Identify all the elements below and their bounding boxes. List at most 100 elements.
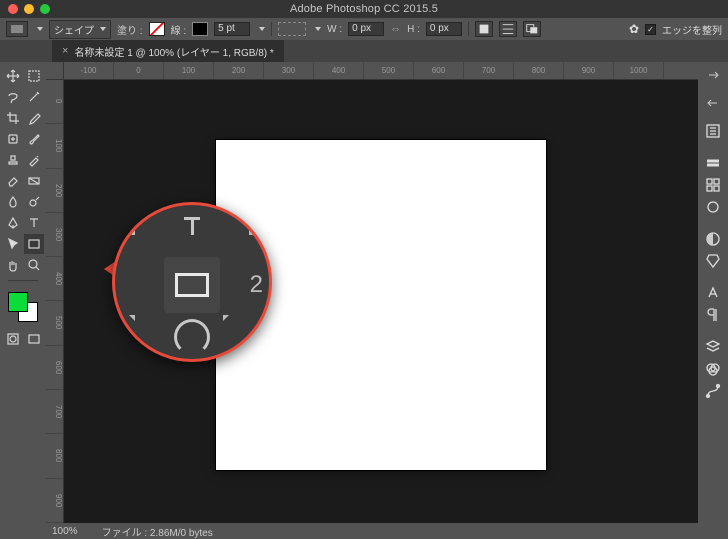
- ruler-tick: 200: [46, 169, 63, 213]
- workspace: -10001002003004005006007008009001000 010…: [0, 62, 728, 539]
- eyedropper-tool[interactable]: [24, 108, 44, 128]
- ruler-tick: 400: [46, 257, 63, 301]
- ruler-tick: 700: [464, 62, 514, 79]
- callout-bubble: 2: [112, 202, 272, 362]
- rectangle-tool-zoomed-icon: [164, 257, 220, 313]
- ruler-tick: 600: [414, 62, 464, 79]
- brush-tool[interactable]: [24, 129, 44, 149]
- shape-mode-dropdown[interactable]: シェイプ: [49, 20, 111, 39]
- document-tab[interactable]: × 名称未設定 1 @ 100% (レイヤー 1, RGB/8) *: [52, 40, 284, 62]
- ruler-tick: 100: [46, 124, 63, 168]
- screenmode-toggle[interactable]: [24, 329, 44, 349]
- gear-icon[interactable]: ✿: [629, 22, 639, 36]
- hand-tool[interactable]: [3, 255, 23, 275]
- ruler-tick: 900: [564, 62, 614, 79]
- ruler-tick: -100: [64, 62, 114, 79]
- rotate-view-zoomed-icon: [174, 319, 210, 355]
- window-close-button[interactable]: [8, 4, 18, 14]
- dodge-tool[interactable]: [24, 192, 44, 212]
- ruler-tick: 500: [46, 301, 63, 345]
- ruler-origin[interactable]: [46, 62, 64, 80]
- ruler-tick: 700: [46, 390, 63, 434]
- height-input[interactable]: 0 px: [426, 22, 462, 36]
- shape-mode-label: シェイプ: [54, 22, 94, 37]
- ruler-tick: 600: [46, 346, 63, 390]
- canvas-area: -10001002003004005006007008009001000 010…: [46, 62, 698, 539]
- ruler-tick: 500: [364, 62, 414, 79]
- color-panel-icon[interactable]: [703, 154, 723, 172]
- expand-dock-icon[interactable]: [707, 68, 719, 80]
- styles-panel-icon[interactable]: [703, 252, 723, 270]
- ruler-tick: 0: [114, 62, 164, 79]
- window-controls: [8, 4, 50, 14]
- foreground-color-well[interactable]: [8, 292, 28, 312]
- path-ops-button[interactable]: [475, 21, 493, 37]
- stroke-label: 線 :: [171, 22, 187, 37]
- ruler-horizontal[interactable]: -10001002003004005006007008009001000: [64, 62, 698, 80]
- ruler-vertical[interactable]: 0100200300400500600700800900: [46, 80, 64, 523]
- close-tab-icon[interactable]: ×: [62, 45, 68, 57]
- stroke-swatch[interactable]: [192, 22, 208, 36]
- ruler-tick: 800: [46, 434, 63, 478]
- history-panel-icon[interactable]: [703, 122, 723, 140]
- adjustments-panel-icon[interactable]: [703, 230, 723, 248]
- width-label: W :: [327, 24, 342, 35]
- history-brush-tool[interactable]: [24, 150, 44, 170]
- pen-tool[interactable]: [3, 213, 23, 233]
- file-info[interactable]: ファイル : 2.86M/0 bytes: [102, 524, 213, 539]
- path-select-tool[interactable]: [3, 234, 23, 254]
- quickmask-toggle[interactable]: [3, 329, 23, 349]
- ruler-tick: 900: [46, 479, 63, 523]
- move-tool[interactable]: [3, 66, 23, 86]
- options-bar: シェイプ 塗り : 線 : 5 pt W : 0 px ⇔ H : 0 px ✿…: [0, 18, 728, 40]
- stamp-tool[interactable]: [3, 150, 23, 170]
- wand-tool[interactable]: [24, 87, 44, 107]
- eraser-tool[interactable]: [3, 171, 23, 191]
- link-wh-icon[interactable]: ⇔: [390, 23, 401, 35]
- width-input[interactable]: 0 px: [348, 22, 384, 36]
- channels-panel-icon[interactable]: [703, 360, 723, 378]
- ruler-tick: 0: [46, 80, 63, 124]
- rectangle-tool[interactable]: [24, 234, 44, 254]
- crop-tool[interactable]: [3, 108, 23, 128]
- healing-tool[interactable]: [3, 129, 23, 149]
- status-bar: 100% ファイル : 2.86M/0 bytes: [46, 523, 698, 539]
- lasso-tool[interactable]: [3, 87, 23, 107]
- zoom-level[interactable]: 100%: [52, 526, 78, 537]
- path-align-button[interactable]: [499, 21, 517, 37]
- character-panel-icon[interactable]: [703, 284, 723, 302]
- ruler-tick: 800: [514, 62, 564, 79]
- toolbox: [0, 62, 46, 539]
- paths-panel-icon[interactable]: [703, 382, 723, 400]
- tool-flyout-indicator: [249, 229, 255, 235]
- blur-tool[interactable]: [3, 192, 23, 212]
- callout-number: 2: [250, 271, 263, 299]
- fill-swatch[interactable]: [149, 22, 165, 36]
- color-wells: [8, 292, 38, 322]
- window-minimize-button[interactable]: [24, 4, 34, 14]
- window-zoom-button[interactable]: [40, 4, 50, 14]
- height-label: H :: [407, 24, 420, 35]
- collapse-dock-icon[interactable]: [707, 96, 719, 108]
- tool-flyout-indicator: [223, 315, 229, 321]
- paragraph-panel-icon[interactable]: [703, 306, 723, 324]
- type-tool[interactable]: [24, 213, 44, 233]
- stroke-width-input[interactable]: 5 pt: [214, 22, 250, 36]
- gradient-tool[interactable]: [24, 171, 44, 191]
- zoom-tool[interactable]: [24, 255, 44, 275]
- ruler-tick: 400: [314, 62, 364, 79]
- path-arrange-button[interactable]: [523, 21, 541, 37]
- fill-label: 塗り :: [117, 22, 143, 37]
- ruler-tick: 200: [214, 62, 264, 79]
- ruler-tick: 100: [164, 62, 214, 79]
- swatches-panel-icon[interactable]: [703, 176, 723, 194]
- marquee-tool[interactable]: [24, 66, 44, 86]
- app-title: Adobe Photoshop CC 2015.5: [290, 3, 438, 15]
- tool-preset-picker[interactable]: [6, 21, 28, 37]
- libraries-panel-icon[interactable]: [703, 198, 723, 216]
- title-bar: Adobe Photoshop CC 2015.5: [0, 0, 728, 18]
- layers-panel-icon[interactable]: [703, 338, 723, 356]
- stroke-style-dropdown[interactable]: [278, 22, 306, 36]
- document-tab-title: 名称未設定 1 @ 100% (レイヤー 1, RGB/8) *: [74, 44, 273, 59]
- align-edges-checkbox[interactable]: ✓: [645, 24, 656, 35]
